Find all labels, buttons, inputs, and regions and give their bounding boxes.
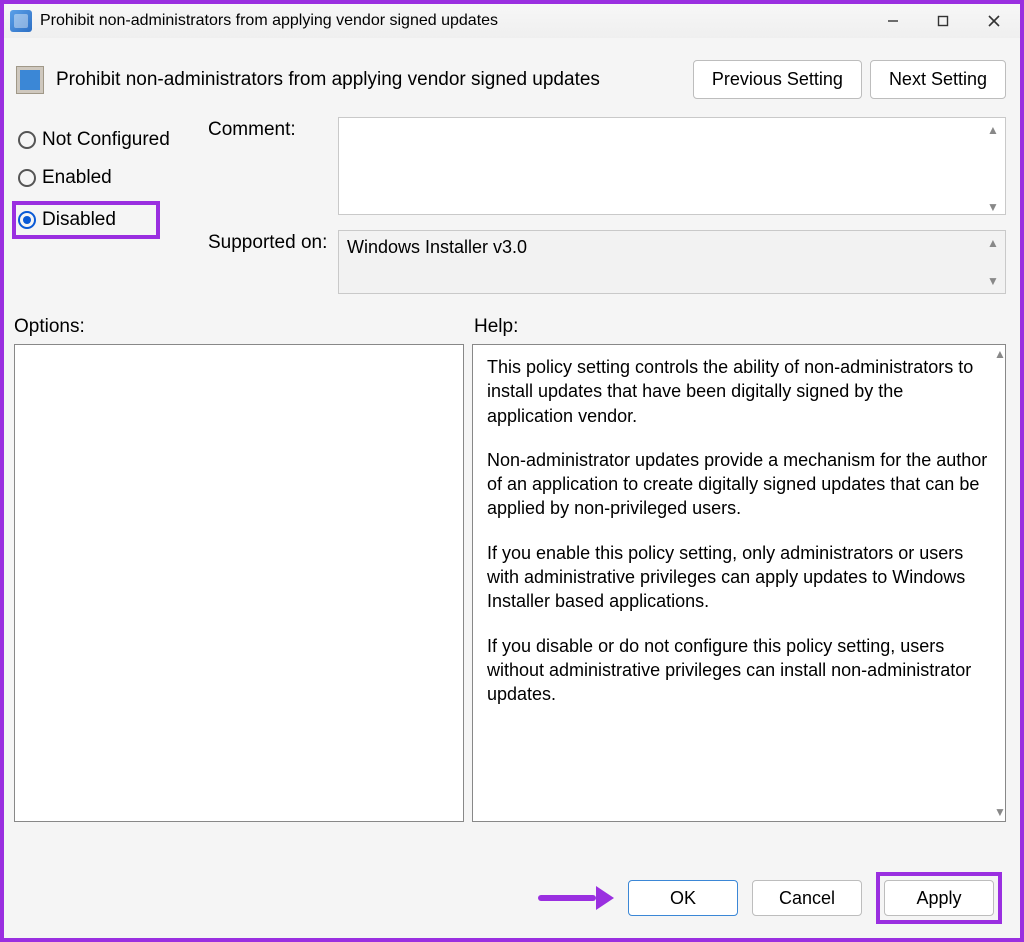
- footer-buttons: OK Cancel Apply: [538, 872, 1002, 924]
- comment-label: Comment:: [208, 117, 338, 141]
- app-icon: [10, 10, 32, 32]
- radio-label: Not Configured: [42, 129, 170, 151]
- options-panel: [14, 344, 464, 822]
- cancel-button[interactable]: Cancel: [752, 880, 862, 916]
- ok-button[interactable]: OK: [628, 880, 738, 916]
- help-paragraph: This policy setting controls the ability…: [487, 355, 991, 428]
- maximize-icon: [936, 14, 950, 28]
- policy-title: Prohibit non-administrators from applyin…: [56, 69, 685, 91]
- annotation-highlight-apply: Apply: [876, 872, 1002, 924]
- window-controls: [868, 4, 1020, 38]
- header-row: Prohibit non-administrators from applyin…: [4, 38, 1020, 113]
- radio-icon: [18, 131, 36, 149]
- titlebar: Prohibit non-administrators from applyin…: [4, 4, 1020, 38]
- apply-button[interactable]: Apply: [884, 880, 994, 916]
- dialog-window: Prohibit non-administrators from applyin…: [0, 0, 1024, 942]
- options-label: Options:: [14, 316, 474, 338]
- comment-input[interactable]: [338, 117, 1006, 215]
- help-paragraph: Non-administrator updates provide a mech…: [487, 448, 991, 521]
- help-paragraph: If you enable this policy setting, only …: [487, 541, 991, 614]
- help-panel-wrap: This policy setting controls the ability…: [472, 344, 1006, 822]
- radio-icon: [18, 169, 36, 187]
- radio-disabled[interactable]: Disabled: [18, 209, 116, 231]
- scroll-down-icon[interactable]: ▼: [992, 804, 1008, 820]
- help-panel[interactable]: This policy setting controls the ability…: [472, 344, 1006, 822]
- radio-label: Enabled: [42, 167, 112, 189]
- state-radio-group: Not Configured Enabled Disabled: [18, 117, 188, 294]
- annotation-arrow: [538, 888, 614, 908]
- panels-row: This policy setting controls the ability…: [4, 344, 1020, 822]
- scroll-up-icon[interactable]: ▲: [992, 346, 1008, 362]
- comment-wrap: ▲ ▼: [338, 117, 1006, 220]
- next-setting-button[interactable]: Next Setting: [870, 60, 1006, 99]
- section-labels-row: Options: Help:: [4, 294, 1020, 344]
- scroll-down-icon[interactable]: ▼: [986, 200, 1000, 214]
- policy-icon: [16, 66, 44, 94]
- radio-label: Disabled: [42, 209, 116, 231]
- supported-on-value: Windows Installer v3.0: [338, 230, 1006, 294]
- help-label: Help:: [474, 316, 1006, 338]
- radio-icon: [18, 211, 36, 229]
- supported-wrap: Windows Installer v3.0 ▲ ▼: [338, 230, 1006, 294]
- maximize-button[interactable]: [918, 4, 968, 38]
- annotation-highlight-disabled: Disabled: [12, 201, 160, 239]
- radio-not-configured[interactable]: Not Configured: [18, 129, 188, 151]
- minimize-icon: [886, 14, 900, 28]
- help-paragraph: If you disable or do not configure this …: [487, 634, 991, 707]
- supported-on-label: Supported on:: [208, 230, 338, 254]
- previous-setting-button[interactable]: Previous Setting: [693, 60, 862, 99]
- scroll-down-icon[interactable]: ▼: [986, 274, 1000, 288]
- minimize-button[interactable]: [868, 4, 918, 38]
- config-area: Not Configured Enabled Disabled Comment:…: [4, 113, 1020, 294]
- scroll-up-icon[interactable]: ▲: [986, 236, 1000, 250]
- close-button[interactable]: [968, 4, 1020, 38]
- radio-enabled[interactable]: Enabled: [18, 167, 188, 189]
- scroll-up-icon[interactable]: ▲: [986, 123, 1000, 137]
- fields-column: Comment: ▲ ▼ Supported on: Windows Insta…: [208, 117, 1006, 294]
- close-icon: [987, 14, 1001, 28]
- window-title: Prohibit non-administrators from applyin…: [38, 12, 868, 30]
